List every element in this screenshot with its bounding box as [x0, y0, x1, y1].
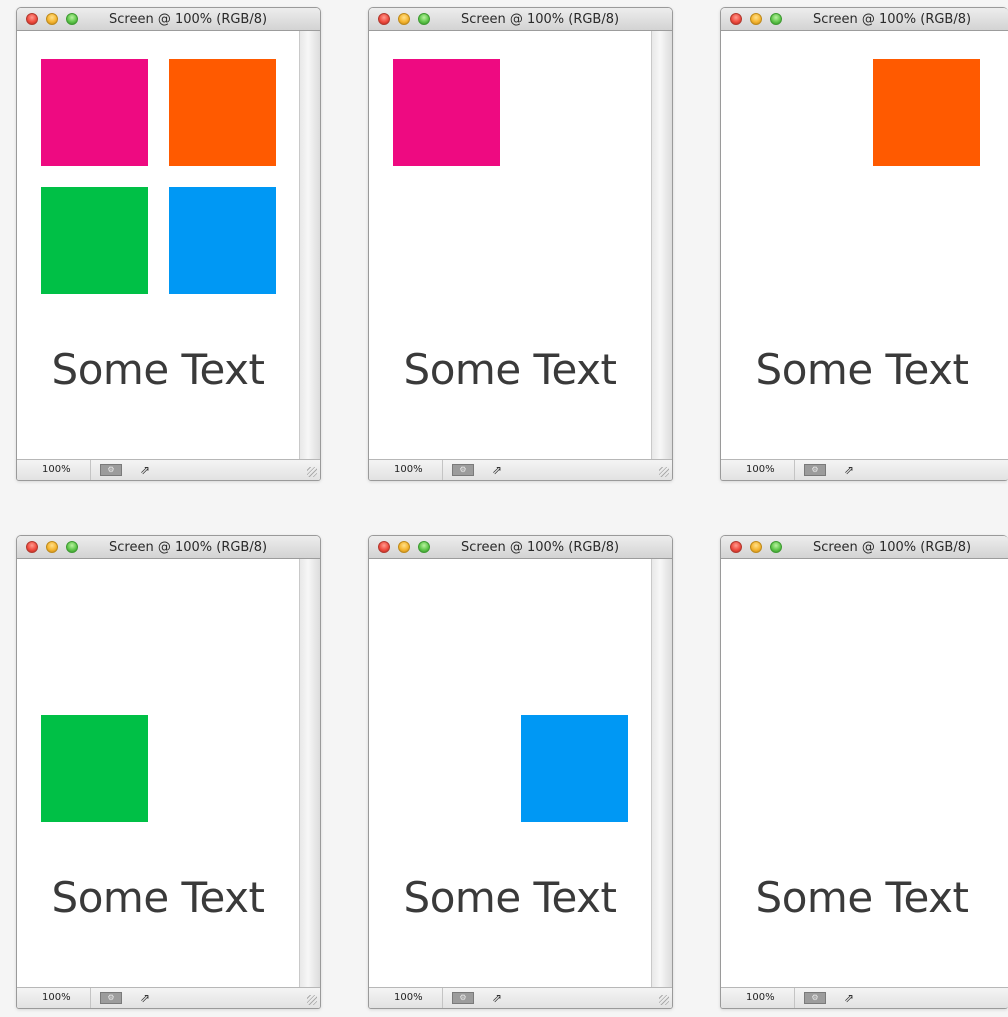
- resize-grip-icon[interactable]: [659, 995, 669, 1005]
- resize-grip-icon[interactable]: [659, 467, 669, 477]
- canvas-text: Some Text: [755, 873, 969, 922]
- status-bar: 100% ⚙ ⇗: [721, 459, 1008, 480]
- resize-grip-icon[interactable]: [307, 467, 317, 477]
- zoom-level-field[interactable]: 100%: [721, 460, 795, 480]
- zoom-button[interactable]: [418, 541, 430, 553]
- close-button[interactable]: [730, 13, 742, 25]
- title-bar[interactable]: Screen @ 100% (RGB/8): [721, 536, 1008, 559]
- vertical-scrollbar[interactable]: [651, 31, 672, 459]
- close-button[interactable]: [378, 541, 390, 553]
- zoom-level-field[interactable]: 100%: [17, 988, 91, 1008]
- canvas-text: Some Text: [403, 345, 617, 394]
- zoom-level-field[interactable]: 100%: [721, 988, 795, 1008]
- window-title: Screen @ 100% (RGB/8): [461, 540, 620, 555]
- document-info-icon[interactable]: ⚙: [100, 992, 122, 1004]
- orange-square: [873, 59, 980, 166]
- blue-square: [169, 187, 276, 294]
- blue-square: [521, 715, 628, 822]
- canvas-text: Some Text: [51, 345, 265, 394]
- document-info-icon[interactable]: ⚙: [452, 992, 474, 1004]
- zoom-level-field[interactable]: 100%: [369, 988, 443, 1008]
- status-bar: 100% ⚙ ⇗: [17, 459, 320, 480]
- zoom-button[interactable]: [66, 13, 78, 25]
- minimize-button[interactable]: [750, 541, 762, 553]
- zoom-button[interactable]: [770, 541, 782, 553]
- vertical-scrollbar[interactable]: [651, 559, 672, 987]
- zoom-button[interactable]: [66, 541, 78, 553]
- window-title: Screen @ 100% (RGB/8): [109, 12, 268, 27]
- title-bar[interactable]: Screen @ 100% (RGB/8): [17, 8, 320, 31]
- canvas-text: Some Text: [403, 873, 617, 922]
- document-info-icon[interactable]: ⚙: [452, 464, 474, 476]
- canvas[interactable]: Some Text: [17, 31, 299, 459]
- canvas[interactable]: Some Text: [369, 31, 651, 459]
- minimize-button[interactable]: [750, 13, 762, 25]
- document-window-3[interactable]: Screen @ 100% (RGB/8) Some Text 100% ⚙ ⇗: [720, 7, 1008, 481]
- status-bar: 100% ⚙ ⇗: [17, 987, 320, 1008]
- canvas-text: Some Text: [755, 345, 969, 394]
- share-icon[interactable]: ⇗: [842, 991, 856, 1005]
- minimize-button[interactable]: [46, 13, 58, 25]
- window-title: Screen @ 100% (RGB/8): [461, 12, 620, 27]
- green-square: [41, 187, 148, 294]
- status-bar: 100% ⚙ ⇗: [369, 459, 672, 480]
- resize-grip-icon[interactable]: [307, 995, 317, 1005]
- document-window-2[interactable]: Screen @ 100% (RGB/8) Some Text 100% ⚙ ⇗: [368, 7, 673, 481]
- pink-square: [41, 59, 148, 166]
- minimize-button[interactable]: [398, 541, 410, 553]
- zoom-level-field[interactable]: 100%: [17, 460, 91, 480]
- share-icon[interactable]: ⇗: [490, 991, 504, 1005]
- share-icon[interactable]: ⇗: [490, 463, 504, 477]
- close-button[interactable]: [730, 541, 742, 553]
- document-window-1[interactable]: Screen @ 100% (RGB/8) Some Text 100% ⚙ ⇗: [16, 7, 321, 481]
- orange-square: [169, 59, 276, 166]
- canvas[interactable]: Some Text: [721, 31, 1003, 459]
- zoom-button[interactable]: [770, 13, 782, 25]
- document-window-5[interactable]: Screen @ 100% (RGB/8) Some Text 100% ⚙ ⇗: [368, 535, 673, 1009]
- vertical-scrollbar[interactable]: [299, 559, 320, 987]
- status-bar: 100% ⚙ ⇗: [369, 987, 672, 1008]
- green-square: [41, 715, 148, 822]
- zoom-level-field[interactable]: 100%: [369, 460, 443, 480]
- close-button[interactable]: [26, 541, 38, 553]
- window-title: Screen @ 100% (RGB/8): [109, 540, 268, 555]
- canvas[interactable]: Some Text: [721, 559, 1003, 987]
- document-info-icon[interactable]: ⚙: [804, 464, 826, 476]
- title-bar[interactable]: Screen @ 100% (RGB/8): [721, 8, 1008, 31]
- pink-square: [393, 59, 500, 166]
- close-button[interactable]: [26, 13, 38, 25]
- vertical-scrollbar[interactable]: [299, 31, 320, 459]
- window-title: Screen @ 100% (RGB/8): [813, 12, 972, 27]
- status-bar: 100% ⚙ ⇗: [721, 987, 1008, 1008]
- document-info-icon[interactable]: ⚙: [804, 992, 826, 1004]
- window-title: Screen @ 100% (RGB/8): [813, 540, 972, 555]
- share-icon[interactable]: ⇗: [138, 991, 152, 1005]
- canvas[interactable]: Some Text: [369, 559, 651, 987]
- share-icon[interactable]: ⇗: [842, 463, 856, 477]
- close-button[interactable]: [378, 13, 390, 25]
- document-window-6[interactable]: Screen @ 100% (RGB/8) Some Text 100% ⚙ ⇗: [720, 535, 1008, 1009]
- document-window-4[interactable]: Screen @ 100% (RGB/8) Some Text 100% ⚙ ⇗: [16, 535, 321, 1009]
- title-bar[interactable]: Screen @ 100% (RGB/8): [17, 536, 320, 559]
- zoom-button[interactable]: [418, 13, 430, 25]
- title-bar[interactable]: Screen @ 100% (RGB/8): [369, 8, 672, 31]
- title-bar[interactable]: Screen @ 100% (RGB/8): [369, 536, 672, 559]
- canvas[interactable]: Some Text: [17, 559, 299, 987]
- canvas-text: Some Text: [51, 873, 265, 922]
- share-icon[interactable]: ⇗: [138, 463, 152, 477]
- minimize-button[interactable]: [398, 13, 410, 25]
- minimize-button[interactable]: [46, 541, 58, 553]
- document-info-icon[interactable]: ⚙: [100, 464, 122, 476]
